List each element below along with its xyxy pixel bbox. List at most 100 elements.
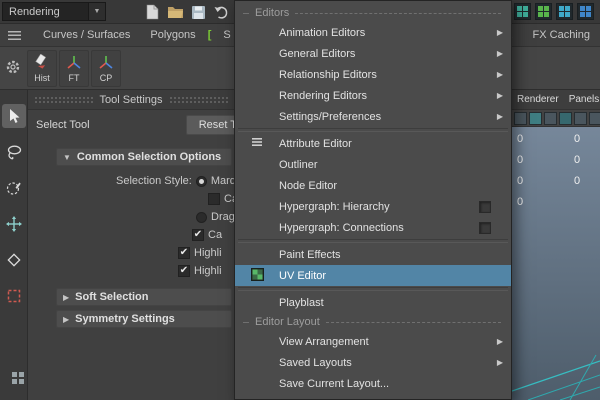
toolbox <box>0 90 28 400</box>
submenu-arrow-icon: ▶ <box>496 337 503 346</box>
menu-item-relationship-editors[interactable]: Relationship Editors ▶ <box>235 64 511 85</box>
menu-item-general-editors[interactable]: General Editors ▶ <box>235 43 511 64</box>
tool-row: Select Tool Reset T <box>28 112 234 138</box>
dash-rule <box>243 322 249 323</box>
undo-icon[interactable] <box>212 3 230 21</box>
grid-panel-icon-2[interactable] <box>535 3 552 20</box>
grid-panel-icon-4[interactable] <box>577 3 594 20</box>
viewport-toolbar-icon-5[interactable] <box>574 111 587 125</box>
channel-value[interactable]: 0 <box>574 175 580 187</box>
paint-selection-tool[interactable] <box>2 176 26 200</box>
option-row: Highli <box>28 262 234 280</box>
menu-item-node-editor[interactable]: Node Editor <box>235 175 511 196</box>
viewport-toolbar-icon-6[interactable] <box>589 111 600 125</box>
gear-icon[interactable] <box>5 59 21 78</box>
chevron-down-icon[interactable]: ▼ <box>88 3 105 20</box>
option-label: Marq <box>210 175 234 187</box>
shelf-buttons: Hist FT CP <box>27 50 121 87</box>
reset-tool-button[interactable]: Reset T <box>185 115 234 135</box>
viewport-menu-renderer[interactable]: Renderer <box>512 94 564 105</box>
option-row: Highli <box>28 244 234 262</box>
menu-item-hypergraph-connections[interactable]: Hypergraph: Connections <box>235 217 511 238</box>
drag-grip[interactable] <box>34 95 94 104</box>
shelf-tab-curves-surfaces[interactable]: Curves / Surfaces <box>33 24 140 46</box>
menu-group-label: Editors <box>255 7 290 19</box>
menu-item-paint-effects[interactable]: Paint Effects <box>235 244 511 265</box>
viewport-toolbar-icon-1[interactable] <box>514 111 527 125</box>
option-row: Drag <box>28 208 234 226</box>
menu-item-playblast[interactable]: Playblast <box>235 292 511 313</box>
menu-item-uv-editor[interactable]: UV Editor <box>235 265 511 286</box>
menu-item-save-current-layout[interactable]: Save Current Layout... <box>235 373 511 394</box>
section-label: Common Selection Options <box>76 151 222 163</box>
menu-set-selector[interactable]: Rendering ▼ <box>2 2 106 21</box>
menu-item-hypergraph-hierarchy[interactable]: Hypergraph: Hierarchy <box>235 196 511 217</box>
section-label: Symmetry Settings <box>75 313 175 325</box>
channel-value[interactable]: 0 <box>517 196 523 208</box>
last-tool[interactable] <box>6 366 30 390</box>
tool-name-label: Select Tool <box>36 119 90 131</box>
checkbox[interactable] <box>192 229 204 241</box>
menu-item-settings-preferences[interactable]: Settings/Preferences ▶ <box>235 106 511 127</box>
viewport-toolbar-icon-4[interactable] <box>559 111 572 125</box>
channel-value[interactable]: 0 <box>517 175 523 187</box>
menu-group-label: Editor Layout <box>255 316 320 328</box>
channel-value[interactable]: 0 <box>574 154 580 166</box>
lasso-tool[interactable] <box>2 140 26 164</box>
menu-item-view-arrangement[interactable]: View Arrangement ▶ <box>235 331 511 352</box>
checkbox[interactable] <box>208 193 220 205</box>
shelf-tabs-left: Curves / Surfaces Polygons [ S <box>33 24 241 46</box>
menu-item-saved-layouts[interactable]: Saved Layouts ▶ <box>235 352 511 373</box>
new-scene-icon[interactable] <box>143 3 161 21</box>
attribute-editor-icon <box>251 136 263 151</box>
scale-tool[interactable] <box>2 284 26 308</box>
shelf-button-ft[interactable]: FT <box>59 50 89 87</box>
grid-panel-icon-3[interactable] <box>556 3 573 20</box>
dash-rule <box>243 13 249 14</box>
shelf-menu-icon[interactable] <box>8 30 21 40</box>
submenu-arrow-icon: ▶ <box>496 358 503 367</box>
save-scene-icon[interactable] <box>189 3 207 21</box>
rotate-tool[interactable] <box>2 248 26 272</box>
move-tool[interactable] <box>2 212 26 236</box>
viewport-grid <box>512 354 600 400</box>
select-tool[interactable] <box>1 104 26 128</box>
dash-rule <box>295 13 501 14</box>
menu-group-editors: Editors <box>235 4 511 22</box>
section-soft-selection[interactable]: ▶ Soft Selection <box>56 288 232 306</box>
shelf-tab-polygons[interactable]: Polygons <box>140 24 205 46</box>
drag-grip[interactable] <box>168 95 229 104</box>
option-label: Highli <box>194 247 222 259</box>
open-scene-icon[interactable] <box>166 3 184 21</box>
viewport-toolbar-icon-3[interactable] <box>544 111 557 125</box>
menu-checkbox[interactable] <box>479 221 491 234</box>
option-label: Ca <box>208 229 223 241</box>
channel-value[interactable]: 0 <box>517 133 523 145</box>
maya-window: Rendering ▼ Curves / Surfaces Polygons [… <box>0 0 600 400</box>
panel-shortcut-icons <box>514 3 594 20</box>
shelf-button-hist[interactable]: Hist <box>27 50 57 87</box>
menu-item-outliner[interactable]: Outliner <box>235 154 511 175</box>
shelf-button-cp[interactable]: CP <box>91 50 121 87</box>
radio-button[interactable] <box>196 211 207 223</box>
selection-style-label: Selection Style: <box>116 175 192 187</box>
axis-tripod-icon <box>65 55 83 73</box>
option-label: Highli <box>194 265 222 277</box>
shelf-tab-fx-caching[interactable]: FX Caching <box>523 24 600 46</box>
checkbox[interactable] <box>178 247 190 259</box>
radio-button[interactable] <box>195 175 207 187</box>
grid-panel-icon-1[interactable] <box>514 3 531 20</box>
checkbox[interactable] <box>178 265 190 277</box>
viewport-menu-panels[interactable]: Panels <box>564 94 600 105</box>
channel-value[interactable]: 0 <box>517 154 523 166</box>
menu-item-animation-editors[interactable]: Animation Editors ▶ <box>235 22 511 43</box>
menu-checkbox[interactable] <box>479 200 491 213</box>
section-symmetry-settings[interactable]: ▶ Symmetry Settings <box>56 310 232 328</box>
menu-item-rendering-editors[interactable]: Rendering Editors ▶ <box>235 85 511 106</box>
viewport-canvas[interactable]: 0 0 0 0 0 0 0 <box>512 127 600 400</box>
channel-value[interactable]: 0 <box>574 133 580 145</box>
menu-item-attribute-editor[interactable]: Attribute Editor <box>235 133 511 154</box>
panel-header[interactable]: Tool Settings <box>28 90 234 110</box>
section-common-selection-options[interactable]: ▼ Common Selection Options <box>56 148 232 166</box>
viewport-toolbar-icon-2[interactable] <box>529 111 542 125</box>
